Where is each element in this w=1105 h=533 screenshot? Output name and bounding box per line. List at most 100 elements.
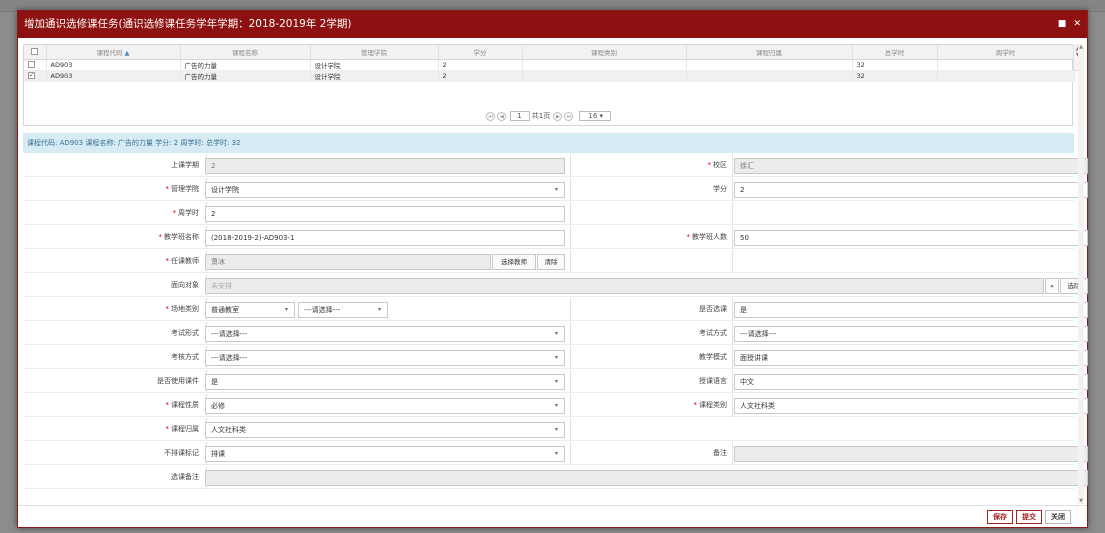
college-label: * 管理学院 <box>23 178 200 201</box>
courseware-value: 是 <box>211 378 218 386</box>
teaching-mode-select[interactable]: 面授讲课▾ <box>734 350 1088 366</box>
language-value: 中文 <box>740 378 754 386</box>
chevron-down-icon: ▾ <box>554 450 558 457</box>
category-label: * 课程类别 <box>571 394 728 417</box>
form-row-term: 上课学期 2 * 校区 徐汇 <box>23 154 1088 177</box>
page-size-value: 16 <box>588 112 598 120</box>
divider <box>732 298 733 321</box>
select-all-checkbox[interactable] <box>24 45 47 60</box>
elective-value: 是 <box>740 306 747 314</box>
exam-method-select[interactable]: ---请选择---▾ <box>734 326 1088 342</box>
form-row-no-schedule: 不排课标记 排课 ▾ 备注 <box>23 442 1088 465</box>
target-placeholder: 未安排 <box>211 282 232 290</box>
form-row-week-hours: * 周学时 2 <box>23 202 1074 225</box>
college-select[interactable]: 设计学院 ▾ <box>205 182 565 198</box>
no-schedule-select[interactable]: 排课 ▾ <box>205 446 565 462</box>
row-checkbox-cell[interactable]: ✓ <box>24 70 47 82</box>
add-course-task-dialog: 增加通识选修课任务(通识选修课任务学年学期：2018-2019年 2学期) ■ … <box>17 10 1088 528</box>
table-row[interactable]: AD903 广告的力量 设计学院 2 32 <box>24 59 1075 71</box>
divider <box>732 202 733 225</box>
nature-select[interactable]: 必修 ▾ <box>205 398 565 414</box>
divider <box>570 418 571 441</box>
col-header-name[interactable]: 课程名称 <box>180 45 311 60</box>
clear-teacher-button[interactable]: 清除 <box>537 254 565 270</box>
col-header-week-hours[interactable]: 周学时 <box>937 45 1075 60</box>
col-header-belong[interactable]: 课程归属 <box>686 45 853 60</box>
cell-total-hours: 32 <box>852 59 938 71</box>
next-page-icon[interactable]: ▶ <box>553 112 563 121</box>
elective-select[interactable]: 是▾ <box>734 302 1088 318</box>
college-label-text: 管理学院 <box>171 185 199 193</box>
cell-credit: 2 <box>438 70 523 82</box>
class-size-input[interactable]: 50 <box>734 230 1088 246</box>
col-header-type[interactable]: 课程类别 <box>522 45 687 60</box>
col-header-credit[interactable]: 学分 <box>438 45 523 60</box>
divider <box>732 322 733 345</box>
target-label: 面向对象 <box>171 281 199 289</box>
class-size-label: * 教学班人数 <box>571 226 728 249</box>
dialog-scrollbar[interactable]: ▲ ▼ <box>1078 44 1084 504</box>
assess-value: ---请选择--- <box>211 354 248 362</box>
assess-select[interactable]: ---请选择--- ▾ <box>205 350 565 366</box>
col-header-total-hours[interactable]: 总学时 <box>852 45 938 60</box>
page-size-select[interactable]: 16 ▾ <box>578 111 611 121</box>
nature-label: * 课程性质 <box>23 394 200 417</box>
cell-type <box>522 59 687 71</box>
form-row-courseware: 是否使用课件 是▾ 授课语言 中文▾ <box>23 370 1088 393</box>
expand-icon[interactable]: » <box>1045 278 1059 294</box>
select-teacher-button[interactable]: 选择教师 <box>492 254 536 270</box>
class-name-input[interactable]: (2018-2019-2)-AD903-1 <box>205 230 565 246</box>
form-row-elective-remark: 选课备注 <box>23 466 1088 489</box>
last-page-icon[interactable]: ⏭ <box>564 112 574 121</box>
venue-type-select[interactable]: 普通教室 ▾ <box>205 302 295 318</box>
required-mark: * <box>707 161 712 169</box>
exam-form-label: 考试形式 <box>171 329 199 337</box>
required-mark: * <box>165 305 170 313</box>
category-select[interactable]: 人文社科类▾ <box>734 398 1088 414</box>
close-icon[interactable]: ✕ <box>1073 19 1081 29</box>
remark-label: 备注 <box>713 449 727 457</box>
teacher-field: 萧冰 <box>205 254 491 270</box>
week-hours-input[interactable]: 2 <box>205 206 565 222</box>
cell-code: AD903 <box>46 70 181 82</box>
sort-asc-icon[interactable]: ▲ <box>125 49 130 57</box>
attribution-select[interactable]: 人文社科类 ▾ <box>205 422 565 438</box>
pagination: ⏮ ◀ 1 共1页 ▶ ⏭ 16 ▾ <box>24 111 1072 121</box>
prev-page-icon[interactable]: ◀ <box>497 112 507 121</box>
checkbox-icon[interactable]: ✓ <box>28 72 35 79</box>
col-header-code[interactable]: 课程代码 ▲ <box>46 45 181 60</box>
scroll-down-icon[interactable]: ▼ <box>1078 498 1084 504</box>
save-button[interactable]: 保存 <box>987 510 1013 524</box>
class-name-label: * 教学班名称 <box>23 226 200 249</box>
col-header-college[interactable]: 管理学院 <box>310 45 439 60</box>
submit-button[interactable]: 提交 <box>1016 510 1042 524</box>
course-info-bar: 课程代码: AD903 课程名称: 广告的力量 学分: 2 周学时: 总学时: … <box>23 133 1074 153</box>
divider <box>732 370 733 393</box>
scroll-up-icon[interactable]: ▲ <box>1078 44 1084 50</box>
row-checkbox-cell[interactable] <box>24 59 47 71</box>
close-button[interactable]: 关闭 <box>1045 510 1071 524</box>
grid-header-row: 课程代码 ▲ 课程名称 管理学院 学分 课程类别 课程归属 总学时 周学时 <box>24 45 1075 60</box>
page-number-input[interactable]: 1 <box>509 111 530 121</box>
col-header-label: 课程代码 <box>96 48 123 57</box>
checkbox-icon[interactable] <box>31 48 39 56</box>
total-pages-label: 共1页 <box>531 112 551 120</box>
cell-code: AD903 <box>46 59 181 71</box>
first-page-icon[interactable]: ⏮ <box>486 112 496 121</box>
credit-input[interactable]: 2 <box>734 182 1088 198</box>
venue-sub-select[interactable]: ---请选择--- ▾ <box>298 302 388 318</box>
divider <box>732 226 733 249</box>
courseware-select[interactable]: 是 ▾ <box>205 374 565 390</box>
table-row[interactable]: ✓ AD903 广告的力量 设计学院 2 32 <box>24 70 1075 82</box>
checkbox-icon[interactable] <box>28 61 35 68</box>
campus-field: 徐汇 <box>734 158 1088 174</box>
window-controls: ■ ✕ <box>1054 11 1081 38</box>
language-select[interactable]: 中文▾ <box>734 374 1088 390</box>
venue-sub-value: ---请选择--- <box>304 306 341 314</box>
maximize-icon[interactable]: ■ <box>1058 19 1067 29</box>
chevron-down-icon: ▾ <box>554 354 558 361</box>
divider <box>570 250 571 273</box>
teacher-label-text: 任课教师 <box>171 257 199 265</box>
chevron-down-icon: ▾ <box>284 306 288 313</box>
exam-form-select[interactable]: ---请选择--- ▾ <box>205 326 565 342</box>
